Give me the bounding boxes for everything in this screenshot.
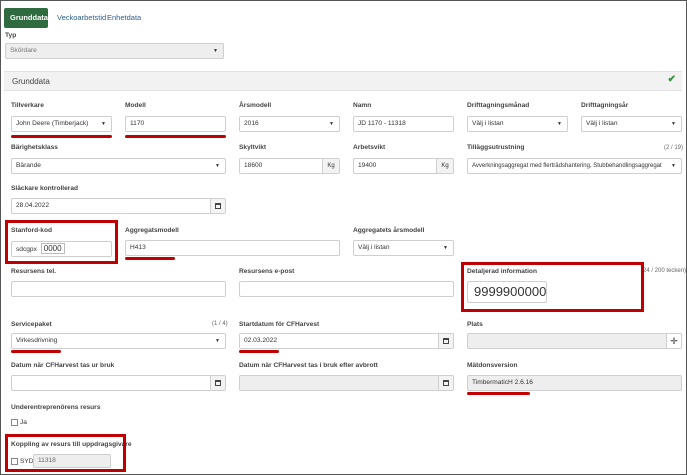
startdatum-date-input[interactable]: 02.03.2022 (239, 333, 454, 349)
calendar-icon[interactable] (210, 376, 225, 390)
plats-input[interactable]: ✛ (467, 333, 682, 349)
plats-label: Plats (467, 321, 483, 328)
chevron-down-icon: ▼ (215, 338, 220, 344)
modell-input[interactable]: 1170 (125, 116, 226, 132)
chevron-down-icon: ▼ (213, 48, 218, 54)
startdatum-label: Startdatum för CFHarvest (239, 321, 320, 328)
slackare-date-input[interactable]: 28.04.2022 (11, 198, 226, 214)
plus-icon[interactable]: ✛ (666, 334, 681, 348)
arbetsvikt-value: 19400 (358, 162, 377, 169)
drifttagningsmanad-select[interactable]: Välj i listan ▼ (467, 116, 568, 132)
aggregatets-arsmodell-label: Aggregatets årsmodell (353, 227, 425, 234)
tillverkare-value: John Deere (Timberjack) (16, 120, 89, 127)
chevron-down-icon: ▼ (671, 121, 676, 127)
matdonsversion-input[interactable]: TimbermaticH 2.6.16 (467, 375, 682, 391)
tillverkare-select[interactable]: John Deere (Timberjack) ▼ (11, 116, 112, 132)
datum-ur-bruk-label: Datum när CFHarvest tas ur bruk (11, 362, 115, 369)
highlight-box (461, 262, 644, 312)
resursens-epost-label: Resursens e-post (239, 268, 295, 275)
barighetsklass-label: Bärighetsklass (11, 144, 58, 151)
tab-grunddata[interactable]: Grunddata (4, 8, 48, 28)
typ-select[interactable]: Skördare ▼ (5, 43, 224, 59)
namn-label: Namn (353, 102, 372, 109)
section-header: Grunddata ✔ (4, 71, 682, 91)
typ-label: Typ (5, 32, 17, 39)
servicepaket-select[interactable]: Virkesdrivning ▼ (11, 333, 226, 349)
highlight-underline (125, 257, 175, 260)
detaljerad-count: (24 / 200 tecken) (641, 268, 687, 274)
typ-value: Skördare (10, 47, 37, 54)
barighetsklass-select[interactable]: Bärande ▼ (11, 158, 226, 174)
highlight-underline (239, 350, 279, 353)
chevron-down-icon: ▼ (443, 245, 448, 251)
drifttagningsar-label: Drifttagningsår (581, 102, 629, 109)
datum-efter-avbrott-date-input[interactable] (239, 375, 454, 391)
drifttagningsar-select[interactable]: Välj i listan ▼ (581, 116, 682, 132)
chevron-down-icon: ▼ (215, 163, 220, 169)
arbetsvikt-input[interactable]: 19400 Kg (353, 158, 454, 174)
chevron-down-icon: ▼ (557, 121, 562, 127)
aggregatets-arsmodell-value: Välj i listan (358, 244, 390, 251)
tillaggsutrustning-label: Tilläggsutrustning (467, 144, 525, 151)
arsmodell-value: 2016 (244, 120, 259, 127)
modell-label: Modell (125, 102, 146, 109)
section-title: Grunddata (12, 77, 50, 86)
arsmodell-select[interactable]: 2016 ▼ (239, 116, 340, 132)
underentreprenor-label: Underentreprenörens resurs (11, 404, 101, 411)
servicepaket-value: Virkesdrivning (16, 337, 58, 344)
servicepaket-count: (1 / 4) (212, 321, 228, 327)
aggregatsmodell-label: Aggregatsmodell (125, 227, 179, 234)
skyltvikt-input[interactable]: 18600 Kg (239, 158, 340, 174)
drifttagningsar-value: Välj i listan (586, 120, 618, 127)
calendar-icon[interactable] (438, 376, 453, 390)
highlight-underline (11, 135, 112, 138)
tillaggsutrustning-select[interactable]: Avverkningsaggregat med flerträdshanteri… (467, 158, 682, 174)
tillverkare-label: Tillverkare (11, 102, 44, 109)
barighetsklass-value: Bärande (16, 162, 41, 169)
namn-input[interactable]: JD 1170 - 11318 (353, 116, 454, 132)
calendar-icon[interactable] (210, 199, 225, 213)
aggregatets-arsmodell-select[interactable]: Välj i listan ▼ (353, 240, 454, 256)
startdatum-value: 02.03.2022 (244, 337, 278, 344)
matdonsversion-label: Mätdonsversion (467, 362, 518, 369)
datum-efter-avbrott-label: Datum när CFHarvest tas i bruk efter avb… (239, 362, 378, 369)
resursens-tel-input[interactable] (11, 281, 226, 297)
skyltvikt-value: 18600 (244, 162, 263, 169)
arsmodell-label: Årsmodell (239, 102, 272, 109)
chevron-down-icon: ▼ (671, 163, 676, 169)
drifttagningsmanad-label: Drifttagningsmånad (467, 102, 530, 109)
aggregatsmodell-input[interactable]: H413 (125, 240, 340, 256)
skyltvikt-label: Skyltvikt (239, 144, 267, 151)
highlight-underline (11, 350, 61, 353)
slackare-label: Släckare kontrollerad (11, 185, 79, 192)
drifttagningsmanad-value: Välj i listan (472, 120, 504, 127)
arbetsvikt-unit: Kg (436, 159, 453, 173)
tillaggsutrustning-value: Avverkningsaggregat med flerträdshanteri… (472, 163, 662, 169)
resursens-epost-input[interactable] (239, 281, 454, 297)
highlight-underline (467, 392, 530, 395)
datum-ur-bruk-date-input[interactable] (11, 375, 226, 391)
calendar-icon[interactable] (438, 334, 453, 348)
underentreprenor-checkbox[interactable] (11, 419, 18, 426)
resursens-tel-label: Resursens tel. (11, 268, 57, 275)
highlight-box (5, 220, 118, 264)
chevron-down-icon: ▼ (101, 121, 106, 127)
underentreprenor-option: Ja (20, 419, 27, 426)
check-icon: ✔ (667, 74, 676, 85)
highlight-underline (125, 135, 226, 138)
tab-enhetdata[interactable]: Enhetdata (101, 8, 147, 28)
slackare-value: 28.04.2022 (16, 202, 50, 209)
chevron-down-icon: ▼ (329, 121, 334, 127)
tillaggsutrustning-count: (2 / 19) (664, 145, 684, 151)
arbetsvikt-label: Arbetsvikt (353, 144, 386, 151)
servicepaket-label: Servicepaket (11, 321, 52, 328)
skyltvikt-unit: Kg (322, 159, 339, 173)
highlight-box (5, 434, 126, 472)
